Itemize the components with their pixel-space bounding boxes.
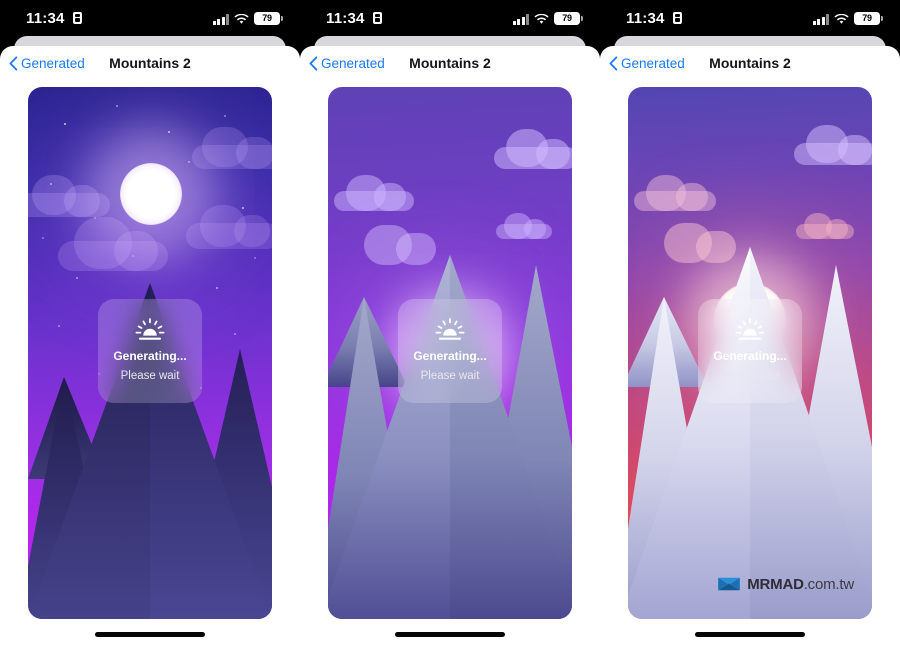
screen-record-icon <box>373 12 382 24</box>
status-bar-time: 11:34 <box>26 10 65 27</box>
home-indicator[interactable] <box>395 632 505 637</box>
page-title: Mountains 2 <box>709 55 791 71</box>
home-indicator[interactable] <box>695 632 805 637</box>
phone-panel-3: 11:34 79 Generated Mountains 2 Generatin… <box>600 0 900 650</box>
modal-sheet: Generated Mountains 2 Generating... Plea… <box>600 46 900 650</box>
status-bar-indicators: 79 <box>212 12 283 25</box>
loading-secondary-text: Please wait <box>420 370 480 383</box>
screenshot-stage: 11:34 79 Generated Mountains 2 Generatin… <box>0 0 900 650</box>
sunrise-icon <box>735 317 765 342</box>
sunrise-icon <box>435 317 465 342</box>
loading-secondary-text: Please wait <box>720 370 780 383</box>
mrmad-logo-icon <box>717 575 741 593</box>
nav-bar: Generated Mountains 2 <box>300 46 600 86</box>
status-bar: 11:34 79 <box>300 0 600 40</box>
battery-icon: 79 <box>254 12 283 25</box>
cellular-signal-icon <box>212 14 229 25</box>
wallpaper-preview-2[interactable]: Generating... Please wait <box>328 87 572 619</box>
loading-card: Generating... Please wait <box>698 299 802 403</box>
phone-panel-1: 11:34 79 Generated Mountains 2 Generatin… <box>0 0 300 650</box>
cellular-signal-icon <box>812 14 829 25</box>
status-bar: 11:34 79 <box>600 0 900 40</box>
wallpaper-preview-3[interactable]: Generating... Please wait MRMAD.com.tw <box>628 87 872 619</box>
wifi-icon <box>534 14 549 25</box>
phone-panel-2: 11:34 79 Generated Mountains 2 Generatin… <box>300 0 600 650</box>
watermark: MRMAD.com.tw <box>717 575 854 593</box>
battery-level: 79 <box>262 13 272 23</box>
watermark-domain: .com.tw <box>803 575 854 593</box>
modal-sheet: Generated Mountains 2 Generating... Plea… <box>0 46 300 650</box>
battery-icon: 79 <box>854 12 883 25</box>
page-title: Mountains 2 <box>409 55 491 71</box>
wifi-icon <box>834 14 849 25</box>
watermark-brand: MRMAD <box>747 575 804 593</box>
watermark-text: MRMAD.com.tw <box>747 576 854 593</box>
wifi-icon <box>234 14 249 25</box>
wallpaper-preview-1[interactable]: Generating... Please wait <box>28 87 272 619</box>
page-title: Mountains 2 <box>109 55 191 71</box>
loading-primary-text: Generating... <box>113 348 187 363</box>
screen-record-icon <box>673 12 682 24</box>
battery-level: 79 <box>562 13 572 23</box>
nav-bar: Generated Mountains 2 <box>600 46 900 86</box>
loading-card: Generating... Please wait <box>398 299 502 403</box>
home-indicator[interactable] <box>95 632 205 637</box>
status-bar-indicators: 79 <box>812 12 883 25</box>
status-bar-time: 11:34 <box>626 10 665 27</box>
loading-primary-text: Generating... <box>713 348 787 363</box>
battery-level: 79 <box>862 13 872 23</box>
status-bar-time: 11:34 <box>326 10 365 27</box>
loading-primary-text: Generating... <box>413 348 487 363</box>
cellular-signal-icon <box>512 14 529 25</box>
modal-sheet: Generated Mountains 2 Generating... Plea… <box>300 46 600 650</box>
loading-secondary-text: Please wait <box>120 370 180 383</box>
status-bar-indicators: 79 <box>512 12 583 25</box>
sunrise-icon <box>135 317 165 342</box>
screen-record-icon <box>73 12 82 24</box>
loading-card: Generating... Please wait <box>98 299 202 403</box>
battery-icon: 79 <box>554 12 583 25</box>
nav-bar: Generated Mountains 2 <box>0 46 300 86</box>
status-bar: 11:34 79 <box>0 0 300 40</box>
